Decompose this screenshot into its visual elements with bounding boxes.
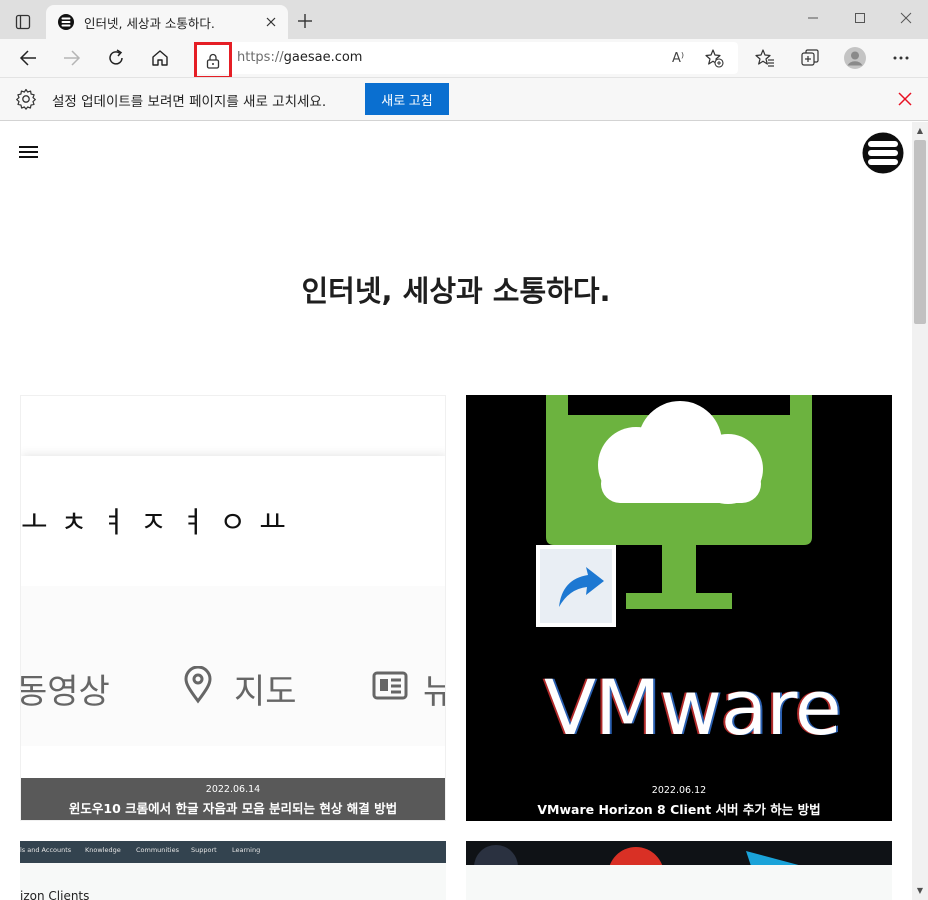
refresh-button[interactable] [102,44,130,72]
settings-more-button[interactable] [887,44,915,72]
collections-button[interactable] [796,44,824,72]
site-info-button[interactable] [194,42,232,79]
plus-icon [298,14,312,28]
close-icon [900,12,912,24]
close-icon [266,17,276,27]
tab-strip: 인터넷, 세상과 소통하다. [0,0,928,39]
thumb-nav-item: Support [191,846,217,854]
post-card[interactable]: ㅗㅊㅕㅈㅕㅇㅛ 동영상 지도 뉴 2022.06.14 윈도우10 크롬에서 한… [20,395,446,821]
site-logo-icon[interactable] [862,132,904,174]
maximize-button[interactable] [845,6,875,30]
card-thumbnail [466,845,892,900]
thumb-nav-item: Knowledge [85,846,121,854]
gear-icon [16,88,36,110]
forward-button[interactable] [58,44,86,72]
add-favorite-button[interactable] [702,46,726,70]
refresh-icon [109,49,123,65]
favorites-button[interactable] [751,44,779,72]
thumb-nav-item: Learning [232,846,261,854]
url-host: gaesae.com [283,50,363,65]
read-aloud-button[interactable]: A⁾ [666,46,690,70]
card-caption: 2022.06.14 윈도우10 크롬에서 한글 자음과 모음 분리되는 현상 … [21,778,445,820]
read-aloud-icon: A⁾ [671,50,685,66]
card-thumbnail: ㅗㅊㅕㅈㅕㅇㅛ 동영상 지도 뉴 [20,396,445,820]
arrow-left-icon [19,50,36,66]
url-scheme: https:// [237,50,284,65]
navigation-bar: https://gaesae.com A⁾ [0,39,928,79]
thumb-tab-map: 지도 [234,672,297,712]
card-title[interactable]: 윈도우10 크롬에서 한글 자음과 모음 분리되는 현상 해결 방법 [21,798,445,817]
thumb-tab-news: 뉴 [423,664,445,713]
home-button[interactable] [146,44,174,72]
new-tab-button[interactable] [294,10,316,32]
lock-icon [206,53,220,69]
web-page: 인터넷, 세상과 소통하다. ㅗㅊㅕㅈㅕㅇㅛ 동영상 지도 뉴 2022.06.… [0,122,912,900]
post-card[interactable]: ls and Accounts Knowledge Communities Su… [20,841,446,900]
tab-actions-icon [15,14,31,30]
tab-actions-button[interactable] [10,9,36,35]
card-caption: 2022.06.12 VMware Horizon 8 Client 서버 추가… [466,779,892,821]
page-title: 인터넷, 세상과 소통하다. [301,274,611,308]
page-scrollbar[interactable]: ▲ ▼ [912,122,928,900]
post-card[interactable] [466,841,892,900]
post-card[interactable]: VMware 2022.06.12 VMware Horizon 8 Clien… [466,395,892,821]
thumb-tab-video: 동영상 [20,672,110,712]
news-icon [372,671,408,700]
avatar-icon [844,47,866,69]
scrollbar-thumb[interactable] [914,140,926,324]
close-icon[interactable] [896,90,914,108]
window-close-button[interactable] [891,6,921,30]
tab-title: 인터넷, 세상과 소통하다. [84,16,215,31]
thumb-nav-strip: ls and Accounts Knowledge Communities Su… [20,841,446,863]
vmware-horizon-icon [536,395,812,627]
thumb-heading: izon Clients [20,889,90,900]
minimize-button[interactable] [798,6,828,30]
url-text: https://gaesae.com [237,50,362,65]
site-favicon-icon [58,14,74,30]
map-pin-icon [184,666,212,704]
minimize-icon [808,17,818,19]
active-tab[interactable]: 인터넷, 세상과 소통하다. [46,5,288,39]
scroll-down-arrow-icon[interactable]: ▼ [915,886,925,896]
hamburger-menu-icon[interactable] [19,144,39,160]
home-icon [152,50,168,66]
thumb-nav-item: ls and Accounts [20,846,72,854]
settings-update-infobar: 설정 업데이트를 보려면 페이지를 새로 고치세요. 새로 고침 [0,77,928,121]
more-dots-icon [893,56,909,60]
infobar-message: 설정 업데이트를 보려면 페이지를 새로 고치세요. [52,94,327,110]
scroll-up-arrow-icon[interactable]: ▲ [915,126,925,136]
collections-icon [801,49,819,66]
card-date: 2022.06.12 [651,785,707,796]
address-bar[interactable]: https://gaesae.com A⁾ [194,42,738,79]
thumb-nav-item: Communities [136,846,179,854]
thumb-jamo-text: ㅗㅊㅕㅈㅕㅇㅛ [21,505,299,539]
thumb-vmware-text: VMware [544,663,842,752]
back-button[interactable] [14,44,42,72]
card-title[interactable]: VMware Horizon 8 Client 서버 추가 하는 방법 [466,799,892,818]
star-add-icon [705,49,724,68]
arrow-right-icon [64,50,81,66]
refresh-page-button[interactable]: 새로 고침 [365,83,449,115]
maximize-icon [855,13,865,23]
tab-close-button[interactable] [262,13,280,31]
profile-button[interactable] [841,44,869,72]
card-date: 2022.06.14 [205,784,261,795]
favorites-icon [755,49,774,67]
